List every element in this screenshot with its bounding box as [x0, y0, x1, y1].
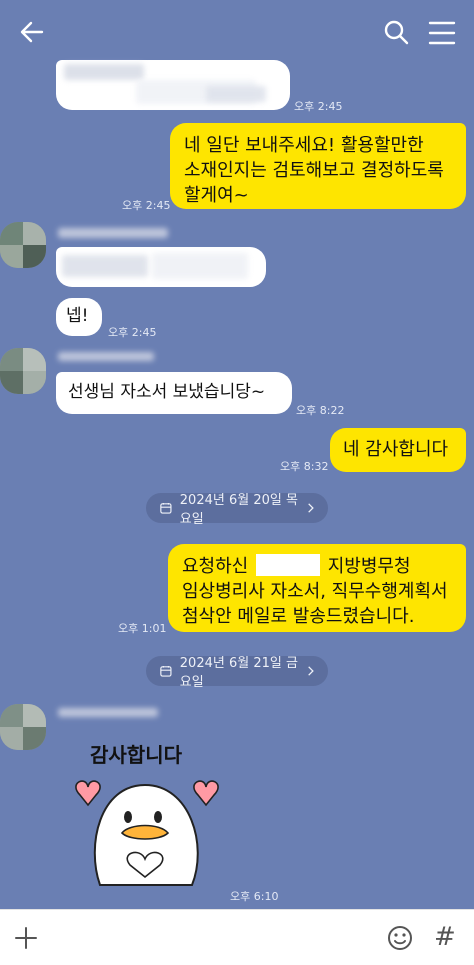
- message-text: 넵!: [66, 306, 89, 326]
- date-divider[interactable]: 2024년 6월 21일 금요일: [146, 656, 328, 690]
- duck-icon: [75, 780, 219, 886]
- message-line: 네 일단 보내주세요! 활용할만한: [184, 135, 424, 156]
- message-time: 오후 8:22: [296, 404, 345, 417]
- message-line: 첨삭안 메일로 발송드렸습니다.: [182, 606, 415, 627]
- back-arrow-icon[interactable]: [18, 18, 46, 46]
- outgoing-message: 네 감사합니다: [330, 428, 466, 472]
- sender-name-blurred: [58, 708, 158, 717]
- incoming-message: 선생님 자소서 보냈습니당~: [56, 372, 292, 414]
- incoming-message: 넵!: [56, 298, 102, 336]
- sender-name-blurred: [58, 228, 168, 238]
- search-icon[interactable]: [382, 18, 410, 46]
- message-line: 요청하신 지방병무청: [182, 554, 411, 577]
- redacted-block: [255, 554, 320, 576]
- message-line: 소재인지는 검토해보고 결정하도록: [184, 160, 444, 181]
- message-text: 선생님 자소서 보냈습니당~: [68, 382, 266, 402]
- message-time: 오후 8:32: [280, 460, 329, 473]
- sender-avatar[interactable]: [0, 348, 46, 394]
- message-time: 오후 1:01: [118, 622, 167, 635]
- chat-header: [0, 0, 474, 64]
- sender-avatar[interactable]: [0, 222, 46, 268]
- message-line: 임상병리사 자소서, 직무수행계획서: [182, 581, 448, 602]
- outgoing-message: 요청하신 지방병무청 임상병리사 자소서, 직무수행계획서 첨삭안 메일로 발송…: [168, 544, 466, 632]
- message-text: 네 감사합니다: [343, 439, 449, 460]
- plus-icon[interactable]: [14, 926, 38, 950]
- incoming-message-blurred: [56, 247, 266, 287]
- menu-icon[interactable]: [428, 20, 456, 46]
- sender-name-blurred: [58, 352, 154, 361]
- date-label: 2024년 6월 20일 목요일: [179, 493, 298, 527]
- outgoing-message: 네 일단 보내주세요! 활용할만한 소재인지는 검토해보고 결정하도록 할게여~: [170, 123, 466, 209]
- hash-icon[interactable]: #: [434, 922, 456, 952]
- message-line: 할게여~: [184, 185, 249, 206]
- emoji-icon[interactable]: [386, 924, 414, 952]
- calendar-icon: [160, 502, 172, 514]
- chevron-right-icon: [308, 666, 315, 676]
- message-time: 오후 6:10: [230, 890, 279, 903]
- date-divider[interactable]: 2024년 6월 20일 목요일: [146, 493, 328, 527]
- calendar-icon: [160, 665, 172, 677]
- sticker-duck[interactable]: 감사합니다: [60, 735, 230, 895]
- sender-avatar[interactable]: [0, 704, 46, 750]
- message-time: 오후 2:45: [122, 199, 171, 212]
- message-time: 오후 2:45: [294, 100, 343, 113]
- message-time: 오후 2:45: [108, 326, 157, 339]
- message-input-bar[interactable]: #: [0, 909, 474, 965]
- chevron-right-icon: [308, 503, 315, 513]
- incoming-message-blurred: [56, 60, 290, 110]
- date-label: 2024년 6월 21일 금요일: [179, 656, 298, 690]
